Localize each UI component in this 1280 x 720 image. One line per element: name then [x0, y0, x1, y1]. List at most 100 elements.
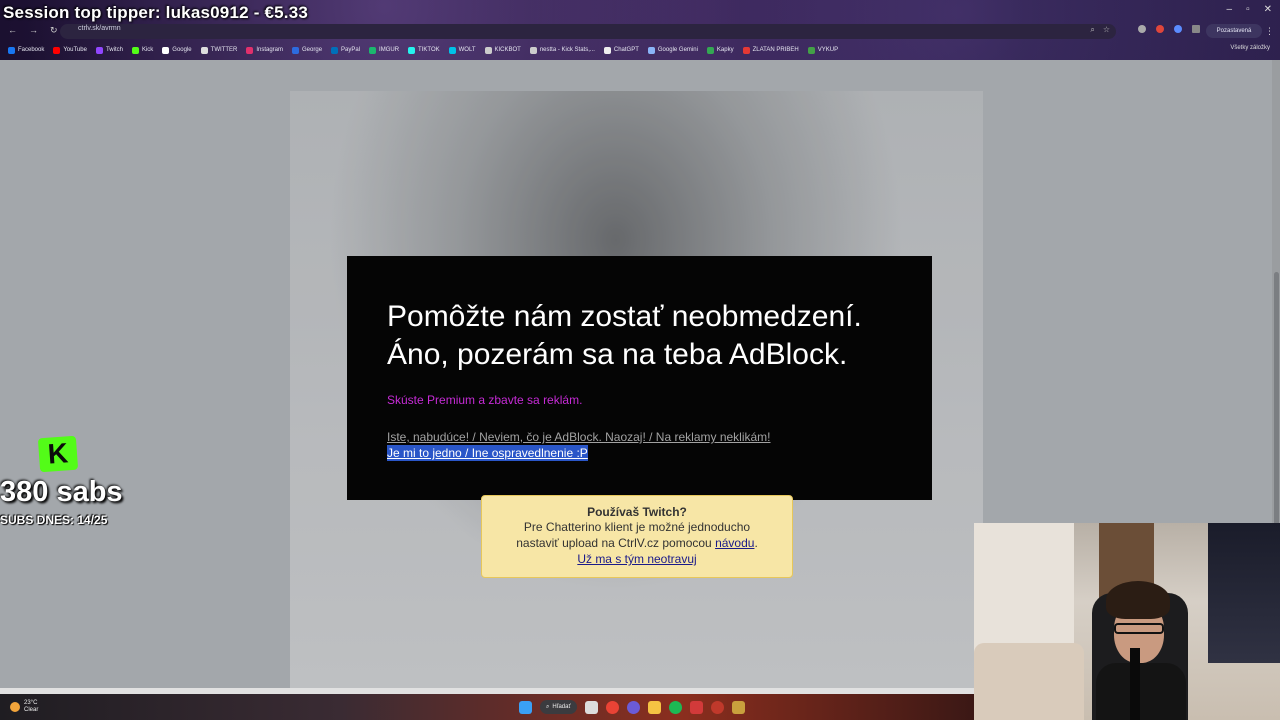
- bookmark-icon: [95, 46, 103, 54]
- task-view-icon[interactable]: [584, 700, 598, 714]
- adblock-modal: Pomôžte nám zostať neobmedzení. Áno, poz…: [347, 256, 932, 500]
- weather-temperature: 23°C: [24, 700, 38, 706]
- maximize-icon[interactable]: ▫: [1246, 4, 1250, 15]
- all-bookmarks-link[interactable]: Všetky záložky: [1230, 45, 1270, 51]
- weather-widget[interactable]: 23°C Clear: [10, 700, 38, 714]
- address-bar[interactable]: ctrlv.sk/avrmn ⌕ ☆: [60, 24, 1116, 39]
- subs-today: SUBS DNES: 14/25: [0, 513, 108, 527]
- app-icon[interactable]: [626, 700, 640, 714]
- weather-icon: [10, 702, 20, 712]
- bookmark-item[interactable]: Google Gemini: [647, 46, 698, 54]
- taskbar-search[interactable]: ⌕ Hľadať: [540, 700, 577, 714]
- webcam-couch: [974, 643, 1084, 720]
- stream-top-tipper: Session top tipper: lukas0912 - €5.33: [3, 3, 309, 22]
- bookmark-label: Kick: [141, 47, 154, 53]
- adblock-options-link[interactable]: Iste, nabudúce! / Neviem, čo je AdBlock.…: [387, 430, 771, 444]
- bookmark-label: KICKBOT: [494, 47, 521, 53]
- notice-dismiss-link[interactable]: Už ma s tým neotravuj: [577, 552, 696, 566]
- bookmark-item[interactable]: Google: [162, 46, 192, 54]
- bookmark-item[interactable]: Kick: [131, 46, 154, 54]
- webcam-streamer-body: [1096, 663, 1186, 720]
- nav-buttons: ← → ↻: [8, 25, 58, 36]
- close-icon[interactable]: ✕: [1264, 4, 1272, 15]
- bookmark-icon: [484, 46, 492, 54]
- file-explorer-icon[interactable]: [647, 700, 661, 714]
- bookmark-label: George: [302, 47, 323, 53]
- taskbar: [0, 694, 974, 720]
- bookmark-label: TWITTER: [210, 47, 238, 53]
- bookmark-item[interactable]: Kapky: [706, 46, 734, 54]
- bookmark-item[interactable]: YouTube: [53, 46, 87, 54]
- app-icon[interactable]: [731, 700, 745, 714]
- subs-count: 380 sabs: [0, 476, 123, 508]
- puzzle-icon[interactable]: [1192, 25, 1200, 33]
- bookmark-icon: [331, 46, 339, 54]
- bookmark-icon: [529, 46, 537, 54]
- search-label: Hľadať: [552, 704, 571, 710]
- bookmark-item[interactable]: Instagram: [246, 46, 284, 54]
- bookmark-item[interactable]: IMGUR: [369, 46, 399, 54]
- bookmark-label: Instagram: [256, 47, 284, 53]
- notice-line2-suffix: .: [754, 536, 758, 550]
- bookmark-item[interactable]: TIKTOK: [408, 46, 440, 54]
- forward-icon[interactable]: →: [29, 25, 38, 36]
- bookmark-label: Facebook: [18, 47, 45, 53]
- bookmark-icon: [292, 46, 300, 54]
- bookmark-label: Google Gemini: [657, 47, 698, 53]
- bookmark-star-icon[interactable]: ☆: [1103, 25, 1110, 35]
- extension-icon[interactable]: [1156, 25, 1164, 33]
- extensions-bar: [1138, 25, 1200, 33]
- notice-line2: nastaviť upload na CtrlV.cz pomocou návo…: [482, 535, 792, 551]
- bookmark-item[interactable]: WOLT: [448, 46, 476, 54]
- bookmark-item[interactable]: PayPal: [331, 46, 361, 54]
- webcam-window: [1208, 523, 1280, 663]
- premium-link[interactable]: Skúste Premium a zbavte sa reklám.: [387, 393, 582, 407]
- bookmark-item[interactable]: Twitch: [95, 46, 123, 54]
- bookmarks-bar: Facebook YouTube Twitch Kick Google TWITTER In…: [8, 44, 838, 56]
- bookmark-item[interactable]: KICKBOT: [484, 46, 521, 54]
- bookmark-label: PayPal: [341, 47, 361, 53]
- profile-button[interactable]: Pozastavená: [1206, 24, 1262, 38]
- bookmark-label: ZLATAN PRIBEH: [752, 47, 799, 53]
- bookmark-icon: [408, 46, 416, 54]
- notice-line2-prefix: nastaviť upload na CtrlV.cz pomocou: [516, 536, 716, 550]
- bookmark-label: ChatGPT: [613, 47, 639, 53]
- bookmark-icon: [53, 46, 61, 54]
- bookmark-item[interactable]: ChatGPT: [603, 46, 639, 54]
- guide-link[interactable]: návodu: [715, 536, 754, 550]
- kick-logo: K: [37, 435, 79, 473]
- bookmark-icon: [131, 46, 139, 54]
- spotify-icon[interactable]: [668, 700, 682, 714]
- zoom-icon[interactable]: ⌕: [1090, 25, 1094, 35]
- bookmark-item[interactable]: nestta - Kick Stats,...: [529, 46, 595, 54]
- bookmark-item[interactable]: Facebook: [8, 46, 45, 54]
- bookmark-item[interactable]: George: [292, 46, 323, 54]
- bookmark-item[interactable]: TWITTER: [200, 46, 238, 54]
- bookmark-icon: [200, 46, 208, 54]
- chrome-icon[interactable]: [605, 700, 619, 714]
- bookmark-item[interactable]: VYKUP: [807, 46, 839, 54]
- bookmark-icon: [8, 46, 15, 54]
- twitch-notice: Používaš Twitch? Pre Chatterino klient j…: [481, 495, 793, 578]
- extension-icon[interactable]: [1138, 25, 1146, 33]
- app-icon[interactable]: [710, 700, 724, 714]
- menu-icon[interactable]: ⋮: [1265, 26, 1274, 37]
- back-icon[interactable]: ←: [8, 25, 17, 36]
- webcam-glasses: [1114, 623, 1164, 634]
- reload-icon[interactable]: ↻: [50, 25, 58, 36]
- notice-line1: Pre Chatterino klient je možné jednoduch…: [523, 520, 751, 534]
- modal-heading: Pomôžte nám zostať neobmedzení. Áno, poz…: [387, 298, 917, 374]
- start-icon[interactable]: [519, 700, 532, 714]
- bookmark-label: VYKUP: [817, 47, 839, 53]
- app-icon[interactable]: [689, 700, 703, 714]
- extension-icon[interactable]: [1174, 25, 1182, 33]
- minimize-icon[interactable]: –: [1227, 4, 1233, 15]
- bookmark-icon: [246, 46, 254, 54]
- webcam-microphone: [1130, 648, 1140, 720]
- bookmark-label: Kapky: [716, 47, 734, 53]
- dismiss-adblock-link[interactable]: Je mi to jedno / Ine ospravedlnenie :P: [387, 445, 588, 461]
- taskbar-apps: ⌕ Hľadať: [519, 700, 745, 714]
- bookmark-item[interactable]: ZLATAN PRIBEH: [742, 46, 799, 54]
- bookmark-label: WOLT: [458, 47, 476, 53]
- bookmark-label: YouTube: [63, 47, 87, 53]
